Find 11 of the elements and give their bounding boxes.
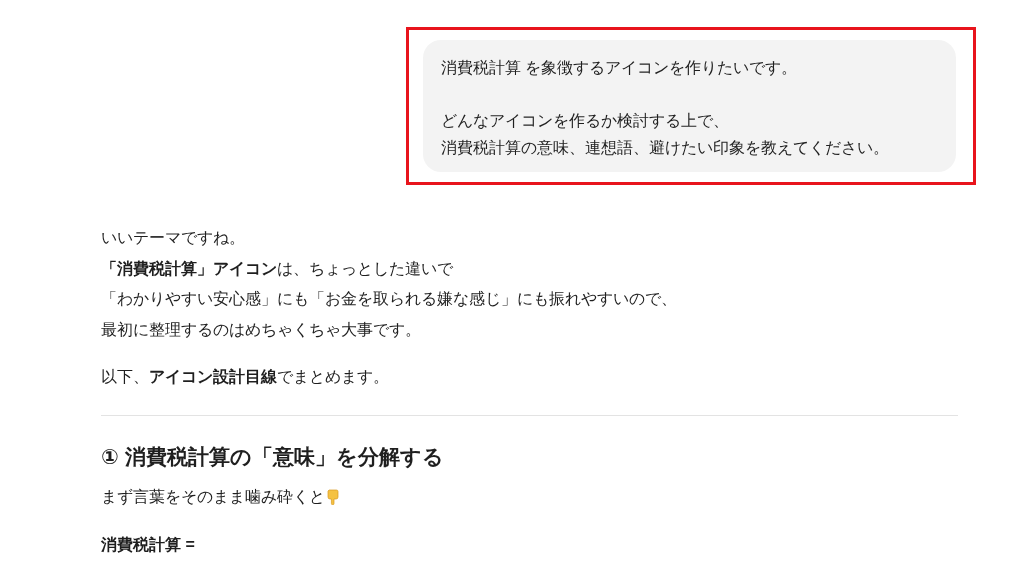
reply-text: 「わかりやすい安心感」にも「お金を取られる嫌な感じ」にも振れやすいので、: [101, 289, 677, 309]
term-text: 消費税計算 =: [101, 534, 196, 555]
reply-text: 「消費税計算」アイコンは、ちょっとした違いで: [101, 258, 453, 279]
message-text: 消費税計算 を象徴するアイコンを作りたいです。: [441, 58, 798, 78]
section-heading: ① 消費税計算の「意味」を分解する: [101, 443, 445, 470]
message-text: 消費税計算の意味、連想語、避けたい印象を教えてください。: [441, 138, 889, 158]
reply-text: 最初に整理するのはめちゃくちゃ大事です。: [101, 319, 421, 340]
reply-text: いいテーマですね。: [101, 228, 245, 248]
message-text: どんなアイコンを作るか検討する上で、: [441, 111, 729, 131]
reply-text: まず言葉をそのまま噛み砕くと: [101, 486, 325, 507]
reply-text: 以下、アイコン設計目線でまとめます。: [101, 367, 389, 387]
